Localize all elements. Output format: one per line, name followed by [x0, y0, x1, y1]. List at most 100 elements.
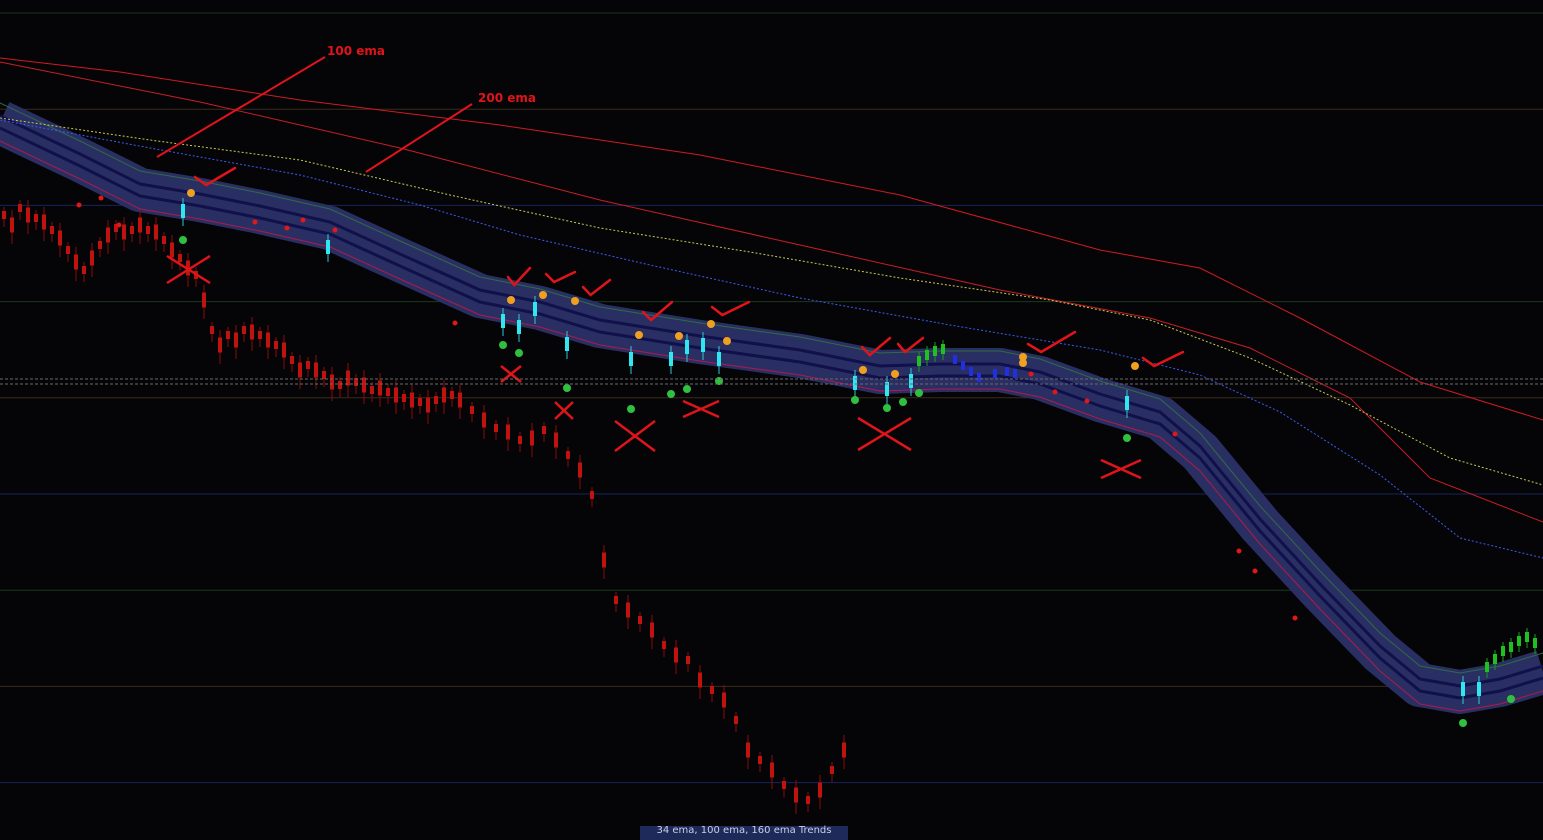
red-dot — [252, 219, 258, 225]
candle-down — [362, 377, 366, 393]
candle-down — [18, 204, 22, 212]
candle-down — [806, 796, 810, 804]
candle-down — [290, 356, 294, 364]
candle-down — [266, 332, 270, 348]
candle-down — [394, 387, 398, 403]
orange-dot — [1131, 362, 1139, 370]
orange-dot — [723, 337, 731, 345]
candle-down — [578, 462, 582, 478]
candle-up — [909, 374, 913, 388]
candle-down — [10, 217, 14, 233]
red-dot — [1084, 398, 1090, 404]
candle-down — [82, 266, 86, 274]
candle-up — [533, 302, 537, 316]
green-dot — [563, 384, 571, 392]
green-dot — [1507, 695, 1515, 703]
candle-blue — [961, 361, 965, 370]
ema200-label: 200 ema — [478, 91, 536, 105]
candle-green — [917, 356, 921, 366]
ema100-label: 100 ema — [327, 44, 385, 58]
red-dot — [76, 202, 82, 208]
candle-down — [698, 672, 702, 688]
price-chart: 100 ema 200 ema — [0, 0, 1543, 834]
red-dot — [1236, 548, 1242, 554]
candle-down — [218, 337, 222, 353]
candle-down — [274, 341, 278, 349]
candle-up — [629, 352, 633, 366]
candle-blue — [993, 369, 997, 378]
candle-down — [674, 647, 678, 663]
red-dot — [1172, 431, 1178, 437]
candle-green — [925, 350, 929, 360]
candle-down — [386, 388, 390, 396]
green-dot — [1123, 434, 1131, 442]
candle-down — [614, 596, 618, 604]
candle-up — [326, 240, 330, 254]
red-dot — [1252, 568, 1258, 574]
green-dot — [499, 341, 507, 349]
candle-up — [685, 340, 689, 354]
candle-down — [26, 207, 30, 223]
candle-down — [226, 331, 230, 339]
candle-down — [58, 230, 62, 246]
candle-green — [1509, 642, 1513, 652]
candle-down — [330, 374, 334, 390]
candle-up — [1125, 396, 1129, 410]
candle-down — [322, 371, 326, 379]
candle-down — [590, 491, 594, 499]
candle-down — [146, 226, 150, 234]
candle-down — [258, 331, 262, 339]
candle-blue — [953, 355, 957, 364]
orange-dot — [571, 297, 579, 305]
candle-down — [242, 326, 246, 334]
candle-blue — [969, 367, 973, 376]
candle-up — [501, 314, 505, 328]
candle-up — [565, 337, 569, 351]
candle-down — [42, 214, 46, 230]
candle-up — [717, 352, 721, 366]
candle-down — [450, 391, 454, 399]
candle-down — [106, 227, 110, 243]
candle-down — [434, 396, 438, 404]
orange-dot — [507, 296, 515, 304]
green-dot — [883, 404, 891, 412]
candle-down — [710, 686, 714, 694]
candle-down — [50, 226, 54, 234]
candle-down — [170, 242, 174, 258]
candle-down — [74, 254, 78, 270]
candle-down — [130, 226, 134, 234]
red-dot — [116, 222, 122, 228]
green-dot — [683, 385, 691, 393]
candle-down — [554, 432, 558, 448]
green-dot — [1459, 719, 1467, 727]
candle-down — [770, 762, 774, 778]
candle-down — [746, 742, 750, 758]
candle-down — [34, 214, 38, 222]
orange-dot — [1019, 359, 1027, 367]
orange-dot — [675, 332, 683, 340]
candle-up — [701, 338, 705, 352]
candle-down — [482, 412, 486, 428]
candle-up — [1477, 682, 1481, 696]
red-dot — [1052, 389, 1058, 395]
red-dot — [98, 195, 104, 201]
green-dot — [915, 389, 923, 397]
candle-down — [314, 362, 318, 378]
candle-up — [517, 320, 521, 334]
candle-down — [734, 716, 738, 724]
candle-down — [722, 692, 726, 708]
orange-dot — [635, 331, 643, 339]
candle-down — [98, 241, 102, 249]
candle-blue — [977, 373, 981, 382]
candle-down — [566, 451, 570, 459]
candle-green — [1501, 646, 1505, 656]
candle-down — [818, 782, 822, 798]
orange-dot — [187, 189, 195, 197]
candle-down — [470, 406, 474, 414]
indicator-tab[interactable]: 34 ema, 100 ema, 160 ema Trends — [640, 826, 848, 840]
candle-down — [378, 380, 382, 396]
candle-down — [2, 211, 6, 219]
red-dot — [332, 227, 338, 233]
candle-down — [202, 292, 206, 308]
orange-dot — [707, 320, 715, 328]
